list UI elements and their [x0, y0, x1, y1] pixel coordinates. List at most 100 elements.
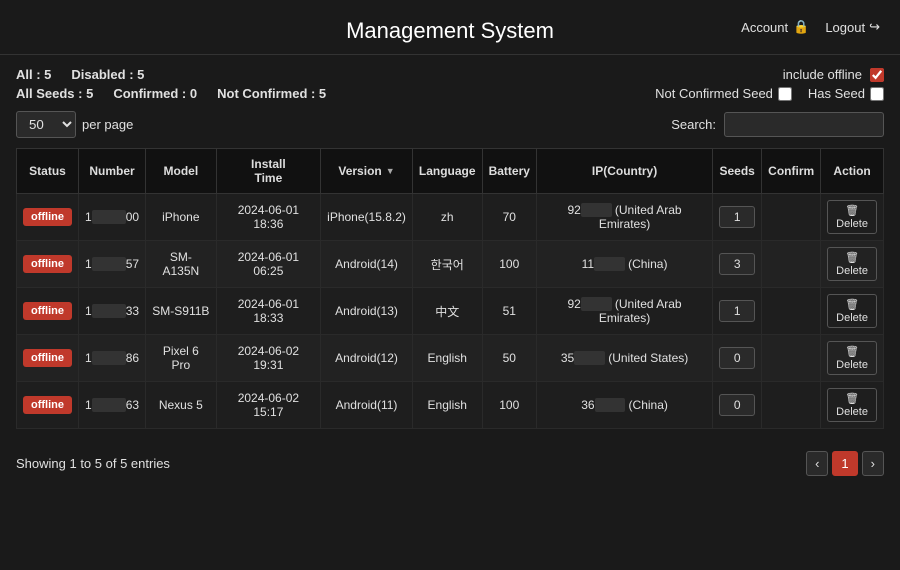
col-seeds: Seeds [713, 149, 762, 194]
col-install-time: InstallTime [216, 149, 321, 194]
delete-label: Delete [836, 312, 868, 324]
logout-icon: ↪ [869, 19, 880, 35]
delete-label: Delete [836, 218, 868, 230]
delete-button[interactable]: 🗑Delete [827, 247, 877, 281]
has-seed-checkbox[interactable] [870, 87, 884, 101]
cell-action: 🗑Delete [821, 241, 884, 288]
col-confirm: Confirm [762, 149, 821, 194]
col-model: Model [146, 149, 217, 194]
stats-left-1: All : 5 Disabled : 5 [16, 67, 144, 82]
delete-label: Delete [836, 265, 868, 277]
cell-model: Nexus 5 [146, 382, 217, 429]
cell-number: 1 86 [79, 335, 146, 382]
header-actions: Account 🔒 Logout ↪ [741, 19, 880, 35]
cell-status: offline [17, 241, 79, 288]
cell-battery: 51 [482, 288, 536, 335]
masked-ip [595, 398, 626, 412]
delete-button[interactable]: 🗑Delete [827, 294, 877, 328]
cell-version: Android(11) [321, 382, 413, 429]
cell-action: 🗑Delete [821, 288, 884, 335]
cell-status: offline [17, 382, 79, 429]
status-badge: offline [23, 255, 72, 273]
include-offline-checkbox[interactable] [870, 68, 884, 82]
cell-ip-country: 11 (China) [536, 241, 712, 288]
trash-icon: 🗑 [845, 392, 859, 405]
has-seed-group: Has Seed [808, 86, 884, 101]
table-row: offline1 33SM-S911B2024-06-01 18:33Andro… [17, 288, 884, 335]
page-title: Management System [346, 18, 554, 43]
cell-version: Android(14) [321, 241, 413, 288]
page-1-button[interactable]: 1 [832, 451, 857, 476]
all-seeds-count: All Seeds : 5 [16, 86, 93, 101]
cell-confirm [762, 382, 821, 429]
stats-right-1: include offline [783, 67, 884, 82]
cell-seeds: 0 [713, 382, 762, 429]
col-version[interactable]: Version ▼ [321, 149, 413, 194]
showing-text: Showing 1 to 5 of 5 entries [16, 456, 170, 471]
cell-model: SM-S911B [146, 288, 217, 335]
col-language: Language [412, 149, 482, 194]
lock-icon: 🔒 [793, 19, 809, 35]
next-page-button[interactable]: › [862, 451, 884, 476]
seeds-value: 0 [719, 394, 755, 416]
account-label: Account [741, 20, 788, 35]
logout-button[interactable]: Logout ↪ [825, 19, 880, 35]
cell-action: 🗑Delete [821, 194, 884, 241]
cell-seeds: 3 [713, 241, 762, 288]
col-ip-country: IP(Country) [536, 149, 712, 194]
cell-confirm [762, 241, 821, 288]
cell-model: iPhone [146, 194, 217, 241]
cell-language: English [412, 382, 482, 429]
seeds-value: 1 [719, 300, 755, 322]
footer: Showing 1 to 5 of 5 entries ‹ 1 › [0, 441, 900, 482]
account-button[interactable]: Account 🔒 [741, 19, 809, 35]
status-badge: offline [23, 349, 72, 367]
masked-ip [581, 203, 612, 217]
cell-number: 1 33 [79, 288, 146, 335]
table-row: offline1 00iPhone2024-06-01 18:36iPhone(… [17, 194, 884, 241]
cell-language: English [412, 335, 482, 382]
cell-battery: 100 [482, 241, 536, 288]
per-page-group: 50 100 200 per page [16, 111, 133, 138]
masked-number [92, 351, 126, 365]
sort-icon: ▼ [386, 166, 395, 176]
cell-install-time: 2024-06-01 18:36 [216, 194, 321, 241]
per-page-select[interactable]: 50 100 200 [16, 111, 76, 138]
cell-ip-country: 92 (United Arab Emirates) [536, 288, 712, 335]
cell-version: Android(13) [321, 288, 413, 335]
trash-icon: 🗑 [845, 251, 859, 264]
cell-install-time: 2024-06-02 15:17 [216, 382, 321, 429]
cell-ip-country: 92 (United Arab Emirates) [536, 194, 712, 241]
table-row: offline1 57SM-A135N2024-06-01 06:25Andro… [17, 241, 884, 288]
cell-status: offline [17, 194, 79, 241]
masked-number [92, 257, 126, 271]
per-page-label: per page [82, 117, 133, 132]
cell-confirm [762, 288, 821, 335]
not-confirmed-seed-checkbox[interactable] [778, 87, 792, 101]
cell-confirm [762, 335, 821, 382]
cell-ip-country: 35 (United States) [536, 335, 712, 382]
not-confirmed-seed-label: Not Confirmed Seed [655, 86, 773, 101]
seeds-value: 3 [719, 253, 755, 275]
cell-action: 🗑Delete [821, 382, 884, 429]
cell-number: 1 63 [79, 382, 146, 429]
masked-ip [581, 297, 612, 311]
delete-button[interactable]: 🗑Delete [827, 341, 877, 375]
cell-install-time: 2024-06-01 06:25 [216, 241, 321, 288]
delete-button[interactable]: 🗑Delete [827, 388, 877, 422]
stats-row-2: All Seeds : 5 Confirmed : 0 Not Confirme… [16, 86, 884, 101]
col-battery: Battery [482, 149, 536, 194]
col-status: Status [17, 149, 79, 194]
cell-confirm [762, 194, 821, 241]
not-confirmed-count: Not Confirmed : 5 [217, 86, 326, 101]
delete-button[interactable]: 🗑Delete [827, 200, 877, 234]
search-label: Search: [671, 117, 716, 132]
table-row: offline1 86Pixel 6 Pro2024-06-02 19:31An… [17, 335, 884, 382]
search-input[interactable] [724, 112, 884, 137]
table-row: offline1 63Nexus 52024-06-02 15:17Androi… [17, 382, 884, 429]
cell-status: offline [17, 335, 79, 382]
masked-ip [594, 257, 625, 271]
logout-label: Logout [825, 20, 865, 35]
version-label: Version [338, 164, 381, 178]
prev-page-button[interactable]: ‹ [806, 451, 828, 476]
